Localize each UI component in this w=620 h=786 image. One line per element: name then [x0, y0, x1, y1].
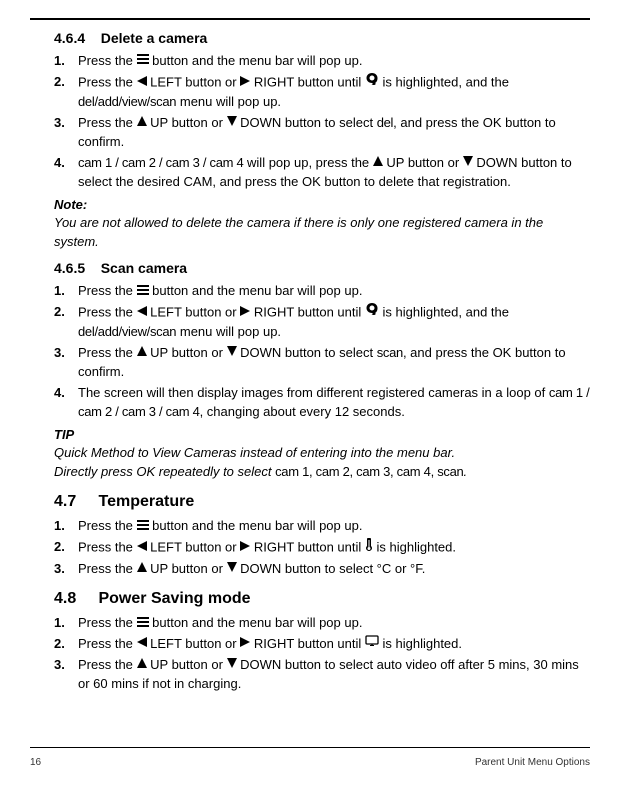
- heading-4-6-5: 4.6.5 Scan camera: [54, 258, 590, 278]
- heading-4-8: 4.8 Power Saving mode: [54, 587, 590, 610]
- heading-title: Delete a camera: [101, 30, 208, 46]
- down-icon: [227, 113, 237, 132]
- camera-icon: [365, 72, 379, 92]
- camera-icon: [365, 302, 379, 322]
- menu-icon: [137, 282, 149, 301]
- left-icon: [137, 73, 147, 92]
- step-item: 1. Press the button and the menu bar wil…: [54, 614, 590, 633]
- down-icon: [227, 559, 237, 578]
- menu-icon: [137, 517, 149, 536]
- step-item: 2. Press the LEFT button or RIGHT button…: [54, 538, 590, 558]
- heading-num: 4.6.4: [54, 30, 85, 46]
- up-icon: [137, 113, 147, 132]
- down-icon: [227, 343, 237, 362]
- heading-4-7: 4.7 Temperature: [54, 490, 590, 513]
- heading-4-6-4: 4.6.4 Delete a camera: [54, 28, 590, 48]
- menu-icon: [137, 614, 149, 633]
- down-icon: [227, 655, 237, 674]
- menu-icon: [137, 51, 149, 70]
- step-item: 3. Press the UP button or DOWN button to…: [54, 344, 590, 382]
- step-item: 4. cam 1 / cam 2 / cam 3 / cam 4 will po…: [54, 154, 590, 192]
- tip-line: Directly press OK repeatedly to select c…: [54, 464, 467, 479]
- heading-title: Power Saving mode: [98, 590, 250, 607]
- step-item: 3. Press the UP button or DOWN button to…: [54, 114, 590, 152]
- step-item: 2. Press the LEFT button or RIGHT button…: [54, 303, 590, 342]
- top-rule: [30, 18, 590, 20]
- heading-num: 4.6.5: [54, 260, 85, 276]
- right-icon: [240, 538, 250, 557]
- left-icon: [137, 303, 147, 322]
- up-icon: [137, 655, 147, 674]
- right-icon: [240, 73, 250, 92]
- down-icon: [463, 153, 473, 172]
- step-item: 3. Press the UP button or DOWN button to…: [54, 656, 590, 694]
- up-icon: [137, 343, 147, 362]
- step-item: 1. Press the button and the menu bar wil…: [54, 517, 590, 536]
- right-icon: [240, 634, 250, 653]
- content-body: 4.6.4 Delete a camera 1. Press the butto…: [30, 24, 590, 747]
- right-icon: [240, 303, 250, 322]
- left-icon: [137, 538, 147, 557]
- thermometer-icon: [365, 537, 373, 557]
- tip-block: TIP Quick Method to View Cameras instead…: [54, 426, 590, 483]
- steps-4-6-5: 1. Press the button and the menu bar wil…: [54, 282, 590, 421]
- step-item: 2. Press the LEFT button or RIGHT button…: [54, 73, 590, 112]
- step-item: 4. The screen will then display images f…: [54, 384, 590, 422]
- tip-label: TIP: [54, 427, 74, 442]
- up-icon: [373, 153, 383, 172]
- step-item: 1. Press the button and the menu bar wil…: [54, 282, 590, 301]
- heading-num: 4.8: [54, 590, 76, 607]
- page-footer: 16 Parent Unit Menu Options: [30, 747, 590, 786]
- steps-4-7: 1. Press the button and the menu bar wil…: [54, 517, 590, 579]
- monitor-icon: [365, 634, 379, 653]
- tip-line: Quick Method to View Cameras instead of …: [54, 445, 455, 460]
- steps-4-6-4: 1. Press the button and the menu bar wil…: [54, 52, 590, 191]
- note-text: You are not allowed to delete the camera…: [54, 215, 543, 249]
- heading-num: 4.7: [54, 493, 76, 510]
- footer-section: Parent Unit Menu Options: [475, 756, 590, 771]
- left-icon: [137, 634, 147, 653]
- steps-4-8: 1. Press the button and the menu bar wil…: [54, 614, 590, 694]
- heading-title: Temperature: [98, 493, 194, 510]
- up-icon: [137, 559, 147, 578]
- step-item: 3. Press the UP button or DOWN button to…: [54, 560, 590, 579]
- step-item: 1. Press the button and the menu bar wil…: [54, 52, 590, 71]
- heading-title: Scan camera: [101, 260, 187, 276]
- note-block: Note: You are not allowed to delete the …: [54, 196, 590, 253]
- step-item: 2. Press the LEFT button or RIGHT button…: [54, 635, 590, 654]
- note-label: Note:: [54, 197, 87, 212]
- page-number: 16: [30, 756, 41, 771]
